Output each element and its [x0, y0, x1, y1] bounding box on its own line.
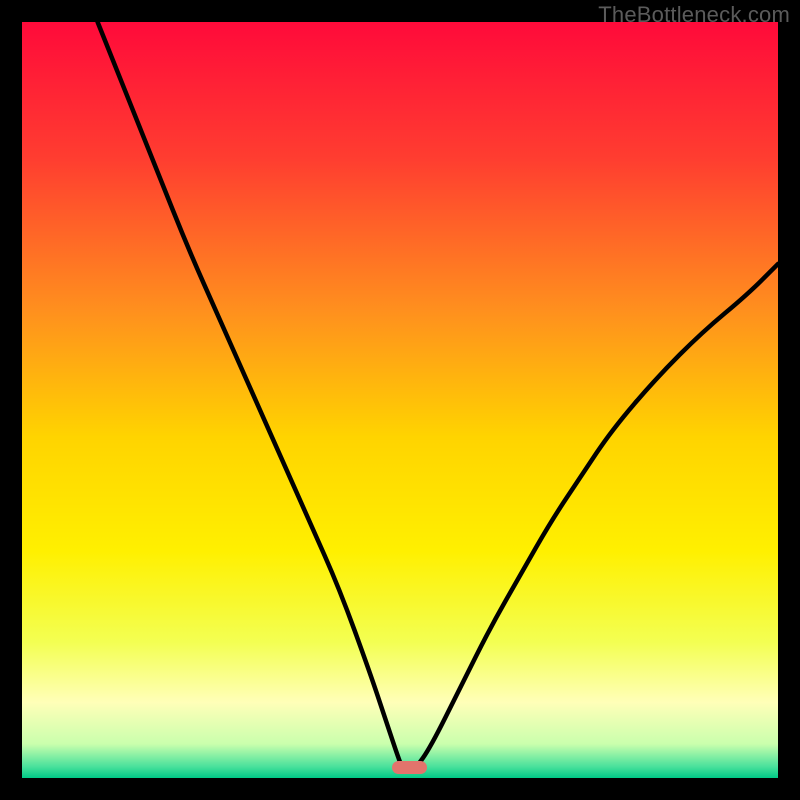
plot-area	[22, 22, 778, 778]
chart-stage: TheBottleneck.com	[0, 0, 800, 800]
bottleneck-curve	[22, 22, 778, 778]
optimal-marker	[392, 761, 427, 774]
watermark-text: TheBottleneck.com	[598, 2, 790, 28]
